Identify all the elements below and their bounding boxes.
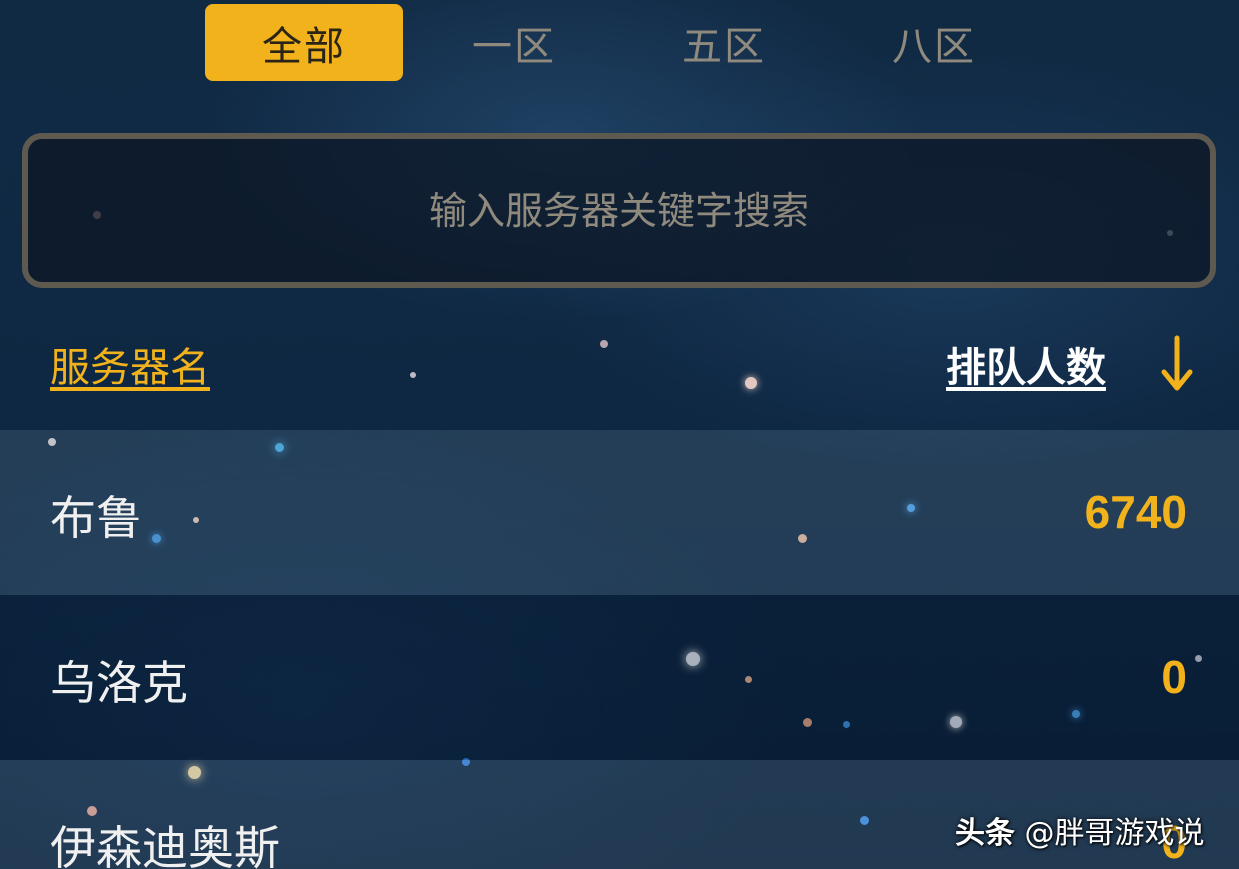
server-search-input[interactable] (28, 139, 1210, 282)
tab-all[interactable]: 全部 (205, 4, 403, 81)
server-row[interactable]: 乌洛克 0 (0, 595, 1239, 760)
tab-zone-5[interactable]: 五区 (625, 4, 823, 81)
queue-count: 0 (1161, 651, 1187, 703)
list-header: 服务器名 排队人数 (0, 330, 1239, 400)
search-box (22, 133, 1216, 288)
sort-by-queue-count[interactable]: 排队人数 (946, 335, 1106, 393)
server-name: 伊森迪奥斯 (50, 821, 280, 869)
sort-descending-arrow-icon[interactable] (1160, 334, 1194, 394)
queue-count: 6740 (1084, 486, 1187, 538)
sort-by-server-name[interactable]: 服务器名 (50, 335, 210, 393)
region-tabs: 全部 一区 五区 八区 (205, 4, 1025, 81)
server-name: 乌洛克 (50, 656, 188, 710)
watermark-brand: 头条 (955, 816, 1015, 851)
watermark: 头条 @胖哥游戏说 (955, 808, 1205, 852)
watermark-handle: @胖哥游戏说 (1024, 816, 1205, 851)
tab-zone-1[interactable]: 一区 (415, 4, 613, 81)
server-name: 布鲁 (50, 491, 142, 545)
server-row[interactable]: 布鲁 6740 (0, 430, 1239, 595)
tab-zone-8[interactable]: 八区 (835, 4, 1033, 81)
